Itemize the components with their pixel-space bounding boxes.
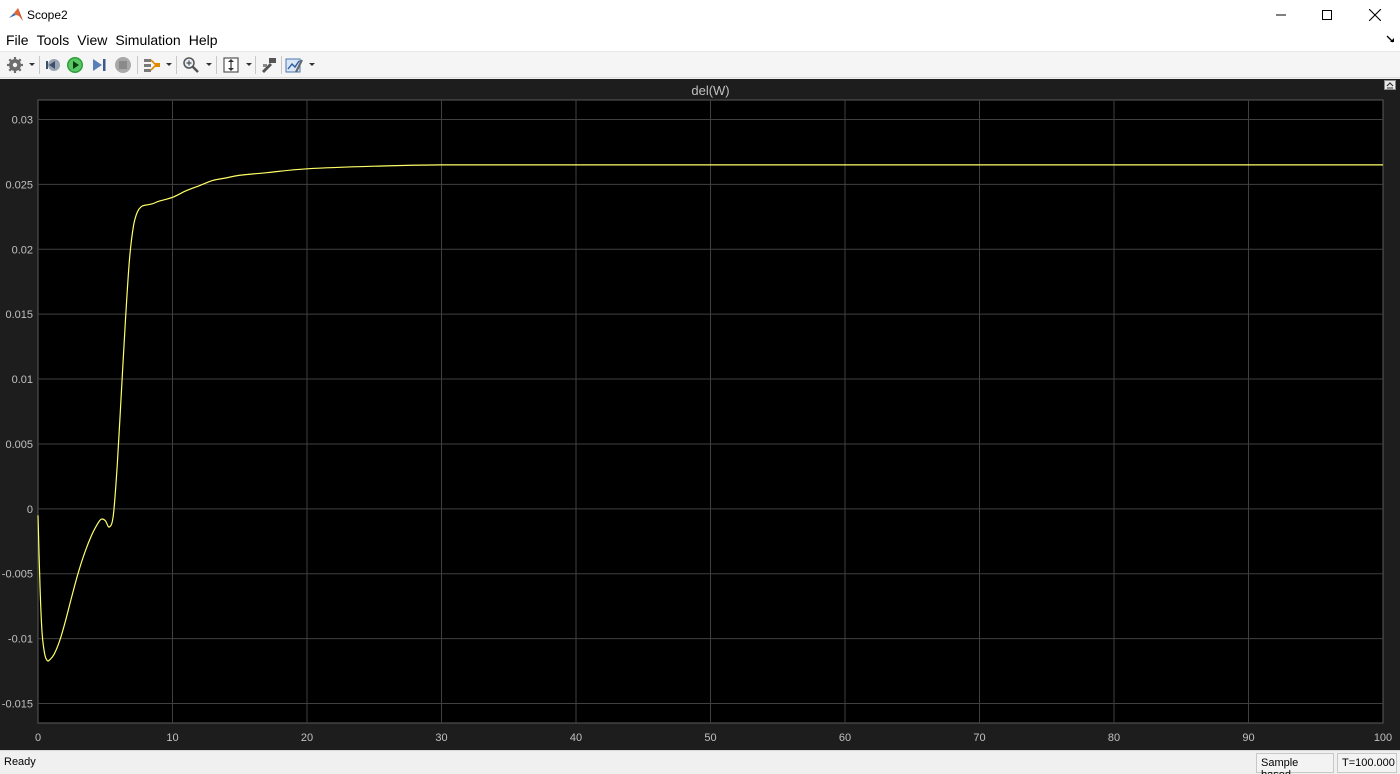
maximize-icon — [1322, 10, 1332, 20]
scope-chart[interactable]: del(W) 0 10 20 30 40 50 60 70 80 90 100 0.03 0.025 0.0… — [0, 79, 1400, 750]
style-button[interactable] — [285, 56, 303, 74]
fit-axes-button[interactable] — [222, 56, 240, 74]
stop-icon — [115, 57, 131, 73]
x-tick-label: 40 — [570, 732, 582, 744]
close-button[interactable] — [1352, 0, 1398, 30]
y-tick-label: 0.01 — [12, 374, 33, 386]
sample-mode-indicator: Sample based — [1256, 753, 1334, 774]
y-tick-label: 0 — [27, 504, 33, 516]
toolbar-separator — [216, 56, 217, 74]
menu-simulation[interactable]: Simulation — [111, 30, 184, 51]
x-tick-label: 20 — [301, 732, 313, 744]
highlight-block-button[interactable] — [260, 56, 278, 74]
x-tick-label: 50 — [704, 732, 716, 744]
settings-dropdown-icon[interactable] — [29, 63, 35, 66]
close-icon — [1369, 9, 1381, 21]
style-icon — [285, 58, 303, 73]
minimize-button[interactable] — [1258, 0, 1304, 30]
fit-axes-icon — [223, 57, 239, 73]
x-tick-label: 60 — [839, 732, 851, 744]
signal-selector-dropdown-icon[interactable] — [166, 63, 172, 66]
zoom-dropdown-icon[interactable] — [206, 63, 212, 66]
minimize-icon — [1276, 14, 1286, 16]
y-tick-label: 0.02 — [12, 244, 33, 256]
zoom-in-icon — [183, 57, 199, 73]
y-tick-label: 0.025 — [5, 179, 33, 191]
simulation-time-indicator: T=100.000 — [1337, 753, 1397, 773]
y-tick-label: -0.01 — [8, 634, 33, 646]
stop-button[interactable] — [114, 56, 132, 74]
y-tick-label: 0.015 — [5, 309, 33, 321]
zoom-button[interactable] — [182, 56, 200, 74]
status-text: Ready — [4, 756, 36, 768]
step-back-icon — [46, 59, 60, 71]
x-tick-label: 10 — [166, 732, 178, 744]
run-icon — [67, 57, 83, 73]
y-tick-label: -0.015 — [2, 699, 33, 711]
gear-icon — [7, 57, 23, 73]
toolbar-separator — [255, 56, 256, 74]
menu-file[interactable]: File — [2, 30, 33, 51]
expand-axes-icon[interactable] — [1384, 80, 1396, 90]
step-forward-button[interactable] — [90, 56, 108, 74]
x-tick-label: 90 — [1242, 732, 1254, 744]
title-bar: Scope2 — [0, 0, 1400, 30]
run-button[interactable] — [66, 56, 84, 74]
toolbar-separator — [281, 56, 282, 74]
x-tick-label: 0 — [35, 732, 41, 744]
x-tick-label: 30 — [435, 732, 447, 744]
x-tick-label: 70 — [973, 732, 985, 744]
toolbar — [0, 51, 1400, 78]
scope-window: Scope2 File Tools View Simulation Help d… — [0, 0, 1400, 774]
status-bar: Ready Sample based T=100.000 — [0, 750, 1400, 774]
menu-view[interactable]: View — [73, 30, 111, 51]
scope-display: del(W) 0 10 20 30 40 50 60 70 80 90 100 0.03 0.025 0.0… — [0, 79, 1400, 750]
matlab-logo-icon — [9, 8, 23, 21]
y-tick-label: 0.005 — [5, 439, 33, 451]
y-tick-label: 0.03 — [12, 114, 33, 126]
toolbar-separator — [39, 56, 40, 74]
dock-arrow-icon[interactable] — [1386, 34, 1396, 44]
menu-bar: File Tools View Simulation Help — [0, 30, 1400, 51]
fit-axes-dropdown-icon[interactable] — [246, 63, 252, 66]
settings-button[interactable] — [6, 56, 24, 74]
x-tick-label: 100 — [1374, 732, 1392, 744]
step-forward-icon — [93, 59, 106, 71]
highlight-block-icon — [262, 58, 276, 73]
step-back-button[interactable] — [44, 56, 62, 74]
signal-selector-button[interactable] — [142, 56, 162, 74]
toolbar-separator — [176, 56, 177, 74]
signal-selector-icon — [144, 59, 160, 72]
y-tick-label: -0.005 — [2, 569, 33, 581]
menu-help[interactable]: Help — [185, 30, 222, 51]
window-title: Scope2 — [27, 8, 68, 22]
maximize-button[interactable] — [1304, 0, 1350, 30]
chart-title: del(W) — [691, 83, 729, 98]
toolbar-separator — [137, 56, 138, 74]
menu-tools[interactable]: Tools — [33, 30, 74, 51]
x-tick-label: 80 — [1108, 732, 1120, 744]
style-dropdown-icon[interactable] — [309, 63, 315, 66]
